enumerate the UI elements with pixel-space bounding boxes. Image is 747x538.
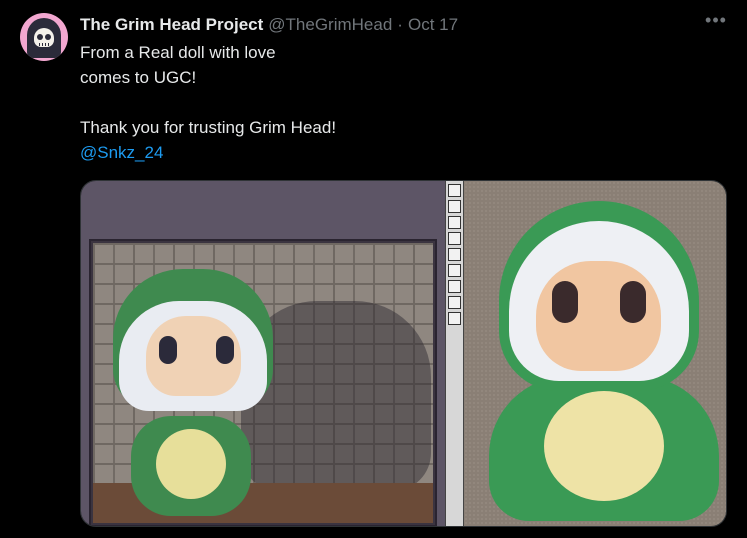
paint-toolbar [445, 181, 464, 526]
avatar-eye-left [37, 34, 43, 40]
tweet-line-2: comes to UGC! [80, 68, 197, 87]
separator-dot: · [397, 15, 403, 34]
tweet-text: From a Real doll with love comes to UGC!… [80, 40, 680, 165]
tweet-header: The Grim Head Project @TheGrimHead · Oct… [80, 14, 458, 36]
fill-tool-icon [448, 248, 461, 261]
move-tool-icon [448, 232, 461, 245]
pencil-tool-icon [448, 200, 461, 213]
plush-belly [544, 391, 664, 501]
character-eye-right [216, 336, 234, 364]
avatar-eye-right [45, 34, 51, 40]
plush-eye-right [620, 281, 646, 323]
zoom-tool-icon [448, 216, 461, 229]
tweet-media[interactable] [80, 180, 727, 527]
plush-eye-left [552, 281, 578, 323]
tweet-line-1: From a Real doll with love [80, 43, 276, 62]
author-handle[interactable]: @TheGrimHead [268, 15, 392, 35]
character-eye-left [159, 336, 177, 364]
tweet-line-4: Thank you for trusting Grim Head! [80, 118, 337, 137]
eraser-tool-icon [448, 312, 461, 325]
mention-link[interactable]: @Snkz_24 [80, 143, 163, 162]
ellipse-tool-icon [448, 296, 461, 309]
pixel-canvas [89, 239, 437, 526]
author-name[interactable]: The Grim Head Project [80, 15, 263, 35]
tweet-date[interactable]: Oct 17 [408, 15, 458, 35]
tweet[interactable]: The Grim Head Project @TheGrimHead · Oct… [0, 0, 747, 538]
pixel-art-image[interactable] [81, 181, 464, 526]
more-options-icon[interactable]: ••• [703, 11, 729, 35]
lasso-tool-icon [448, 184, 461, 197]
avatar-teeth [39, 43, 49, 46]
rectangle-tool-icon [448, 280, 461, 293]
plush-photo[interactable] [464, 181, 726, 526]
line-tool-icon [448, 264, 461, 277]
character-belly [156, 429, 226, 499]
tweet-line-3 [80, 90, 680, 115]
author-avatar[interactable] [20, 13, 68, 61]
